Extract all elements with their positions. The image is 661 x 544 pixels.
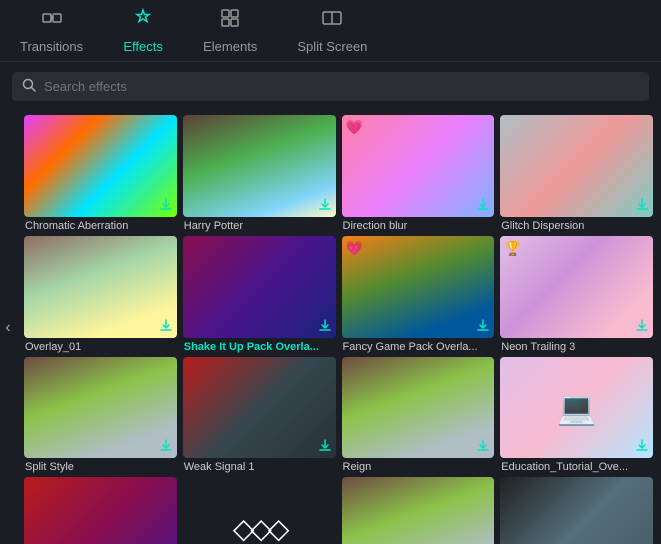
transitions-icon xyxy=(41,7,63,35)
effect-item-glitch[interactable]: Glitch Dispersion xyxy=(500,115,653,232)
effect-item-weaksignal[interactable]: Weak Signal 1 xyxy=(183,357,336,474)
nav-split-screen[interactable]: Split Screen xyxy=(277,0,387,62)
effect-thumb-weaksignal xyxy=(183,357,336,459)
effect-name-fancy: Fancy Game Pack Overla... xyxy=(342,341,495,353)
effect-name-shakeitup: Shake It Up Pack Overla... xyxy=(183,341,336,353)
download-btn-harry[interactable] xyxy=(318,197,332,213)
effect-thumb-reign xyxy=(342,357,495,459)
search-input[interactable] xyxy=(44,79,639,94)
effect-thumb-direction-blur: 💗 xyxy=(342,115,495,217)
elements-icon xyxy=(219,7,241,35)
effect-item-overlay01[interactable]: Overlay_01 xyxy=(24,236,177,353)
grid-container: ‹ Chromatic Aberration Harry Potter 💗 Direc… xyxy=(0,111,661,544)
effect-item-harry[interactable]: Harry Potter xyxy=(183,115,336,232)
effect-thumb-harry xyxy=(183,115,336,217)
download-btn-chromatic[interactable] xyxy=(159,197,173,213)
effect-name-chromatic: Chromatic Aberration xyxy=(24,220,177,232)
nav-elements[interactable]: Elements xyxy=(183,0,277,62)
download-btn-shakeitup[interactable] xyxy=(318,318,332,334)
download-btn-neon[interactable] xyxy=(635,318,649,334)
split-screen-icon xyxy=(321,7,343,35)
effect-badge-neon: 🏆 xyxy=(504,240,521,257)
effect-item-row4d[interactable] xyxy=(500,477,653,544)
split-screen-label: Split Screen xyxy=(297,39,367,54)
effect-item-education[interactable]: 💻 Education_Tutorial_Ove... xyxy=(500,357,653,474)
effect-name-splitstyle: Split Style xyxy=(24,461,177,473)
search-icon xyxy=(22,78,36,95)
diamond-pattern xyxy=(183,477,336,544)
download-btn-fancy[interactable] xyxy=(476,318,490,334)
download-btn-glitch[interactable] xyxy=(635,197,649,213)
effect-name-weaksignal: Weak Signal 1 xyxy=(183,461,336,473)
effect-thumb-overlay01 xyxy=(24,236,177,338)
effect-item-shakeitup[interactable]: Shake It Up Pack Overla... xyxy=(183,236,336,353)
effect-thumb-chromatic xyxy=(24,115,177,217)
laptop-icon: 💻 xyxy=(500,357,653,459)
effects-grid: Chromatic Aberration Harry Potter 💗 Directi… xyxy=(16,111,661,544)
effect-thumb-splitstyle xyxy=(24,357,177,459)
search-bar xyxy=(12,72,649,101)
effects-icon xyxy=(132,7,154,35)
effect-name-overlay01: Overlay_01 xyxy=(24,341,177,353)
effect-thumb-education: 💻 xyxy=(500,357,653,459)
effect-thumb-neon: 🏆 xyxy=(500,236,653,338)
download-btn-overlay01[interactable] xyxy=(159,318,173,334)
download-btn-reign[interactable] xyxy=(476,438,490,454)
effect-name-education: Education_Tutorial_Ove... xyxy=(500,461,653,473)
effect-name-glitch: Glitch Dispersion xyxy=(500,220,653,232)
effect-item-splitstyle[interactable]: Split Style xyxy=(24,357,177,474)
download-btn-splitstyle[interactable] xyxy=(159,438,173,454)
effect-thumb-row4d xyxy=(500,477,653,544)
download-btn-weaksignal[interactable] xyxy=(318,438,332,454)
effect-item-row4b[interactable] xyxy=(183,477,336,544)
effect-name-direction-blur: Direction blur xyxy=(342,220,495,232)
effect-thumb-row4a xyxy=(24,477,177,544)
effect-badge-fancy: 💗 xyxy=(346,240,363,257)
effect-name-reign: Reign xyxy=(342,461,495,473)
left-arrow[interactable]: ‹ xyxy=(0,111,16,544)
effects-label: Effects xyxy=(123,39,163,54)
effect-item-row4c[interactable] xyxy=(342,477,495,544)
effect-item-direction-blur[interactable]: 💗 Direction blur xyxy=(342,115,495,232)
effect-thumb-row4b xyxy=(183,477,336,544)
effect-thumb-glitch xyxy=(500,115,653,217)
effect-thumb-row4c xyxy=(342,477,495,544)
effect-thumb-fancy: 💗 xyxy=(342,236,495,338)
effect-item-chromatic[interactable]: Chromatic Aberration xyxy=(24,115,177,232)
effect-badge-direction-blur: 💗 xyxy=(346,119,363,136)
effect-name-harry: Harry Potter xyxy=(183,220,336,232)
effect-thumb-shakeitup xyxy=(183,236,336,338)
effect-name-neon: Neon Trailing 3 xyxy=(500,341,653,353)
download-btn-education[interactable] xyxy=(635,438,649,454)
effect-item-row4a[interactable] xyxy=(24,477,177,544)
nav-effects[interactable]: Effects xyxy=(103,0,183,62)
top-nav: Transitions Effects Elements Split xyxy=(0,0,661,62)
elements-label: Elements xyxy=(203,39,257,54)
effect-item-fancy[interactable]: 💗 Fancy Game Pack Overla... xyxy=(342,236,495,353)
effect-item-reign[interactable]: Reign xyxy=(342,357,495,474)
transitions-label: Transitions xyxy=(20,39,83,54)
nav-transitions[interactable]: Transitions xyxy=(0,0,103,62)
download-btn-direction-blur[interactable] xyxy=(476,197,490,213)
effect-item-neon[interactable]: 🏆 Neon Trailing 3 xyxy=(500,236,653,353)
